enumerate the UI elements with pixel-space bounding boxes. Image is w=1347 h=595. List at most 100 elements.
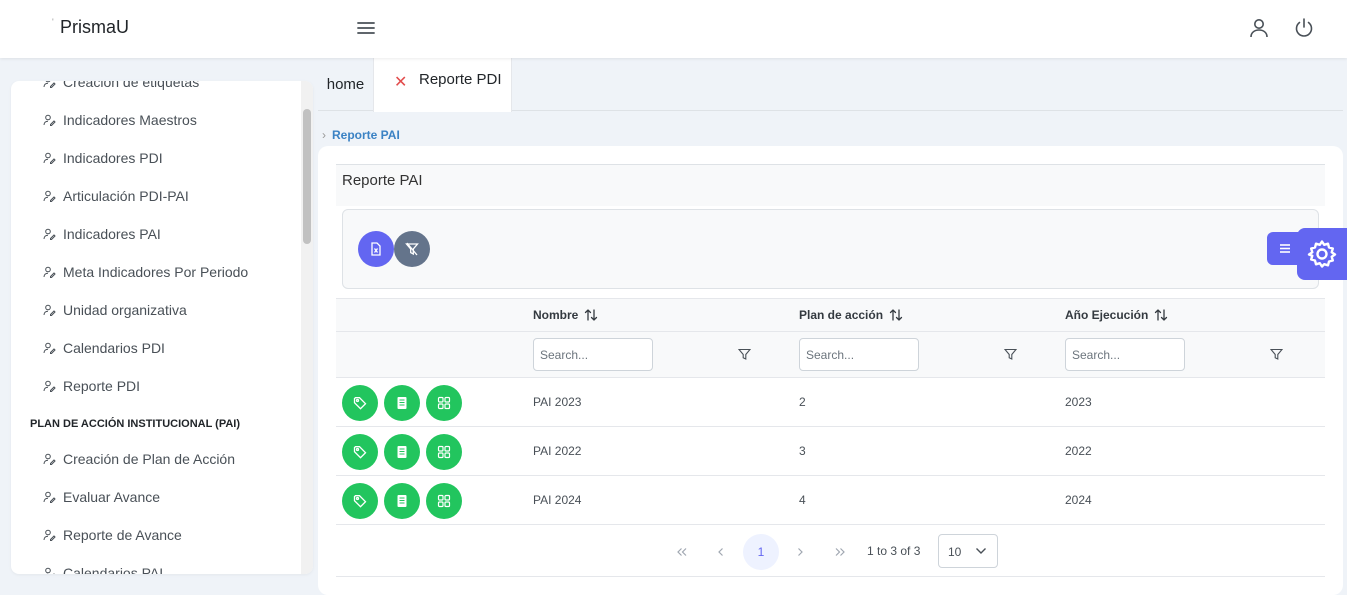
column-header-anio[interactable]: Año Ejecución (1065, 308, 1168, 322)
sidebar-item-creacion-plan[interactable]: Creación de Plan de Acción (11, 444, 301, 474)
sidebar-item-label: Indicadores PAI (63, 226, 161, 242)
table-row: PAI 2022 3 2022 (336, 427, 1325, 476)
column-header-plan[interactable]: Plan de acción (799, 308, 903, 322)
sidebar-item-label: Creación de etiquetas (63, 81, 200, 90)
tag-icon (353, 446, 367, 459)
grid-icon (437, 445, 451, 459)
cell-nombre: PAI 2022 (533, 444, 582, 458)
chevron-down-icon (976, 548, 986, 554)
cell-plan: 2 (799, 395, 806, 409)
tag-button[interactable] (342, 434, 378, 470)
grid-icon (437, 396, 451, 410)
sidebar-item-indicadores-pdi[interactable]: Indicadores PDI (11, 143, 301, 173)
sidebar-item-label: Calendarios PAI (63, 565, 164, 574)
filter-icon[interactable] (1270, 348, 1283, 361)
breadcrumb: › Reporte PAI (322, 128, 400, 142)
cell-plan: 4 (799, 493, 806, 507)
sidebar-section-pai: PLAN DE ACCIÓN INSTITUCIONAL (PAI) (30, 418, 241, 430)
chevron-right-icon: › (322, 128, 326, 142)
page-button[interactable]: 1 (743, 534, 779, 570)
hamburger-icon (357, 22, 375, 34)
paginator: 1 1 to 3 of 3 10 (336, 525, 1325, 577)
grid-button[interactable] (426, 385, 462, 421)
cell-anio: 2024 (1065, 493, 1092, 507)
report-button[interactable] (384, 434, 420, 470)
sidebar-item-label: Indicadores PDI (63, 150, 163, 166)
user-edit-icon (43, 190, 56, 202)
sidebar-item-articulacion-pdi-pai[interactable]: Articulación PDI-PAI (11, 181, 301, 211)
sidebar-scrollbar-thumb[interactable] (303, 109, 311, 244)
sidebar-item-label: Creación de Plan de Acción (63, 451, 235, 467)
report-button[interactable] (384, 483, 420, 519)
cell-nombre: PAI 2024 (533, 493, 582, 507)
sidebar-item-calendarios-pai[interactable]: Calendarios PAI (11, 558, 301, 574)
sidebar-item-creacion-etiquetas[interactable]: Creación de etiquetas (11, 81, 301, 97)
sidebar-item-evaluar-avance[interactable]: Evaluar Avance (11, 482, 301, 512)
sidebar-item-indicadores-maestros[interactable]: Indicadores Maestros (11, 105, 301, 135)
search-input-nombre[interactable] (533, 338, 653, 371)
user-edit-icon (45, 567, 55, 574)
rows-per-page-select[interactable]: 10 (938, 534, 998, 568)
sort-icon (889, 309, 903, 321)
tab-home[interactable]: home (318, 58, 373, 111)
filter-icon[interactable] (738, 348, 751, 361)
settings-button[interactable] (1297, 228, 1347, 280)
user-edit-icon (43, 491, 56, 503)
search-input-plan[interactable] (799, 338, 919, 371)
search-input-anio[interactable] (1065, 338, 1185, 371)
user-edit-icon (43, 152, 56, 164)
gear-icon (1307, 240, 1337, 268)
user-edit-icon (43, 453, 56, 465)
clear-filters-button[interactable] (394, 231, 430, 267)
report-button[interactable] (384, 385, 420, 421)
column-label: Plan de acción (799, 308, 884, 322)
close-icon[interactable]: ✕ (394, 72, 407, 92)
app-title[interactable]: PrismaU (60, 17, 129, 38)
tag-button[interactable] (342, 483, 378, 519)
tab-reporte-pdi[interactable]: ✕ Reporte PDI (373, 58, 512, 112)
user-icon (1250, 19, 1268, 38)
filter-icon[interactable] (1004, 348, 1017, 361)
sidebar-item-indicadores-pai[interactable]: Indicadores PAI (11, 219, 301, 249)
user-edit-icon (43, 266, 56, 278)
filter-slash-icon (405, 242, 419, 256)
grid-button[interactable] (426, 434, 462, 470)
file-excel-icon (371, 242, 381, 256)
column-header-nombre[interactable]: Nombre (533, 308, 598, 322)
user-edit-icon (43, 114, 56, 126)
sidebar-item-reporte-avance[interactable]: Reporte de Avance (11, 520, 301, 550)
sidebar-item-label: Reporte de Avance (63, 527, 182, 543)
last-page-button[interactable] (822, 534, 858, 570)
tab-label: Reporte PDI (419, 71, 502, 88)
cell-anio: 2022 (1065, 444, 1092, 458)
filter-row (336, 332, 1325, 378)
file-text-icon (397, 397, 407, 409)
table-row: PAI 2023 2 2023 (336, 378, 1325, 427)
sidebar-item-meta-indicadores[interactable]: Meta Indicadores Por Periodo (11, 257, 301, 287)
sidebar: Creación de etiquetas Indicadores Maestr… (11, 81, 313, 574)
sidebar-item-unidad-organizativa[interactable]: Unidad organizativa (11, 295, 301, 325)
logo-mark: ' (52, 17, 54, 27)
breadcrumb-current[interactable]: Reporte PAI (332, 128, 400, 142)
prev-page-button[interactable] (703, 534, 739, 570)
cell-nombre: PAI 2023 (533, 395, 582, 409)
next-page-button[interactable] (782, 534, 818, 570)
first-page-button[interactable] (664, 534, 700, 570)
export-excel-button[interactable] (358, 231, 394, 267)
sort-icon (1155, 309, 1168, 321)
table-toolbar (342, 209, 1319, 289)
menu-toggle-button[interactable] (355, 18, 377, 38)
logout-button[interactable] (1293, 17, 1315, 39)
rows-per-page-value: 10 (948, 545, 962, 559)
sidebar-item-label: Articulación PDI-PAI (63, 188, 189, 204)
tag-button[interactable] (342, 385, 378, 421)
file-text-icon (397, 495, 407, 507)
sidebar-item-label: Evaluar Avance (63, 489, 161, 505)
grid-button[interactable] (426, 483, 462, 519)
sidebar-item-calendarios-pdi[interactable]: Calendarios PDI (11, 333, 301, 363)
sidebar-item-reporte-pdi[interactable]: Reporte PDI (11, 371, 301, 401)
user-button[interactable] (1248, 17, 1270, 39)
tag-icon (353, 495, 367, 508)
sidebar-item-label: Indicadores Maestros (63, 112, 197, 128)
cell-plan: 3 (799, 444, 806, 458)
